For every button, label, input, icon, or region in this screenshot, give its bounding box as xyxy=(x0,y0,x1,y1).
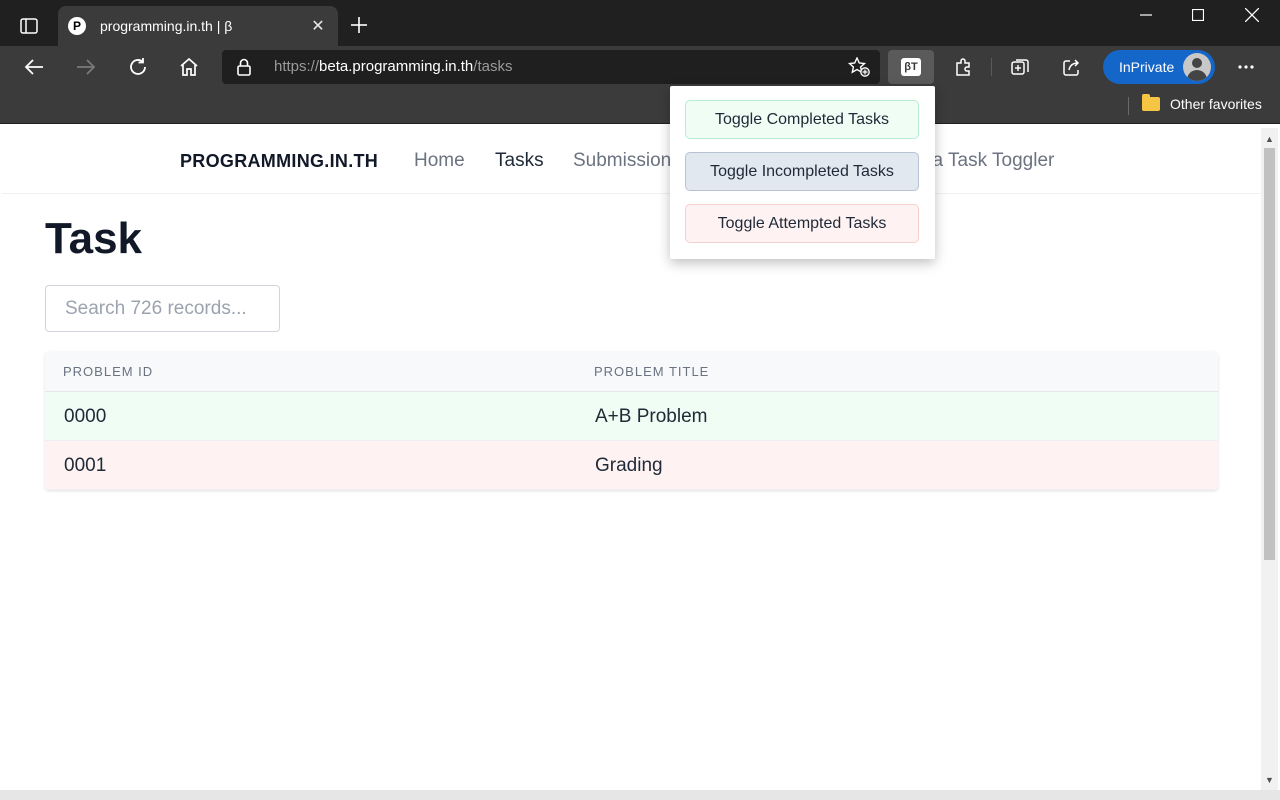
other-favorites-label: Other favorites xyxy=(1170,96,1262,112)
avatar xyxy=(1183,53,1211,81)
favorites-bar: Other favorites xyxy=(0,88,1280,124)
problem-title[interactable]: Grading xyxy=(595,455,663,477)
site-navbar: PROGRAMMING.IN.TH Home Tasks Submission … xyxy=(2,128,1261,194)
url-text: https://beta.programming.in.th/tasks xyxy=(274,58,513,75)
problem-id[interactable]: 0000 xyxy=(64,406,106,428)
more-icon[interactable] xyxy=(1229,50,1263,84)
share-icon[interactable] xyxy=(1055,50,1089,84)
nav-link-home[interactable]: Home xyxy=(414,150,465,172)
scroll-down-icon[interactable]: ▼ xyxy=(1261,771,1278,788)
inprivate-profile-button[interactable]: InPrivate xyxy=(1103,50,1215,84)
nav-link-submission[interactable]: Submission xyxy=(573,150,671,172)
maximize-icon[interactable] xyxy=(1172,0,1224,30)
extension-popup: Toggle Completed Tasks Toggle Incomplete… xyxy=(670,86,935,259)
page-title: Task xyxy=(45,214,143,263)
forward-icon[interactable] xyxy=(69,50,103,84)
problem-title[interactable]: A+B Problem xyxy=(595,406,707,428)
close-icon[interactable]: ✕ xyxy=(308,16,328,36)
nav-link-tasks[interactable]: Tasks xyxy=(495,150,544,172)
scrollbar-thumb[interactable] xyxy=(1264,148,1275,560)
refresh-icon[interactable] xyxy=(121,50,155,84)
toolbar-divider xyxy=(991,58,992,76)
site-brand[interactable]: PROGRAMMING.IN.TH xyxy=(180,151,378,172)
window-close-icon[interactable] xyxy=(1226,0,1278,30)
toggle-completed-tasks-button[interactable]: Toggle Completed Tasks xyxy=(685,100,919,139)
inprivate-label: InPrivate xyxy=(1119,59,1175,75)
window-bottom-edge xyxy=(0,790,1280,800)
add-favorite-icon[interactable] xyxy=(847,56,870,82)
plus-icon[interactable] xyxy=(344,10,374,40)
folder-icon xyxy=(1142,94,1160,111)
browser-toolbar: https://beta.programming.in.th/tasks βT … xyxy=(0,46,1280,88)
site-favicon: P xyxy=(68,17,86,35)
lock-icon[interactable] xyxy=(236,58,252,81)
page-scrollbar[interactable]: ▲ ▼ xyxy=(1261,128,1278,790)
scroll-up-icon[interactable]: ▲ xyxy=(1261,130,1278,147)
extension-badge: βT xyxy=(901,58,921,76)
toggle-attempted-tasks-button[interactable]: Toggle Attempted Tasks xyxy=(685,204,919,243)
search-input[interactable] xyxy=(45,285,280,332)
web-page: PROGRAMMING.IN.TH Home Tasks Submission … xyxy=(2,128,1261,790)
collections-icon[interactable] xyxy=(1003,50,1037,84)
favorites-divider xyxy=(1128,97,1129,115)
browser-tab[interactable]: P programming.in.th | β ✕ xyxy=(58,6,338,46)
beta-task-toggler-extension-button[interactable]: βT xyxy=(888,50,934,84)
address-bar[interactable]: https://beta.programming.in.th/tasks xyxy=(222,50,880,84)
problem-id[interactable]: 0001 xyxy=(64,455,106,477)
table-row[interactable]: 0001 Grading xyxy=(45,441,1218,490)
extensions-icon[interactable] xyxy=(946,50,980,84)
table-row[interactable]: 0000 A+B Problem xyxy=(45,392,1218,441)
tab-actions-icon[interactable] xyxy=(12,10,46,42)
back-icon[interactable] xyxy=(17,50,51,84)
column-header-problem-id[interactable]: PROBLEM ID xyxy=(63,364,153,379)
tab-title: programming.in.th | β xyxy=(100,18,233,34)
minimize-icon[interactable] xyxy=(1120,0,1172,30)
toggle-incompleted-tasks-button[interactable]: Toggle Incompleted Tasks xyxy=(685,152,919,191)
browser-titlebar: P programming.in.th | β ✕ xyxy=(0,0,1280,46)
other-favorites[interactable]: Other favorites xyxy=(1142,94,1262,112)
column-header-problem-title[interactable]: PROBLEM TITLE xyxy=(594,364,709,379)
tasks-table: PROBLEM ID PROBLEM TITLE 0000 A+B Proble… xyxy=(45,352,1218,490)
home-icon[interactable] xyxy=(172,50,206,84)
table-header: PROBLEM ID PROBLEM TITLE xyxy=(45,352,1218,392)
